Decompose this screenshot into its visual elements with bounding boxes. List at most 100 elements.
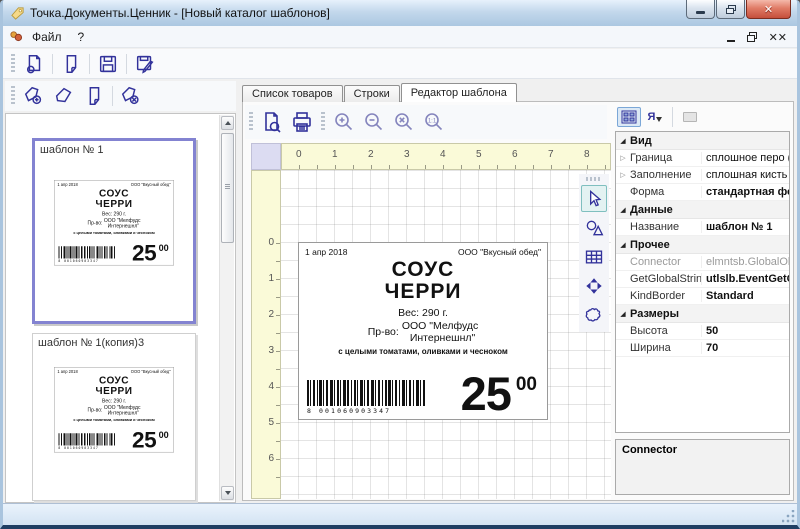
property-row[interactable]: Ширина70	[616, 340, 789, 357]
close-button[interactable]	[746, 0, 791, 19]
category-label: Данные	[630, 204, 673, 216]
scroll-up-button[interactable]	[221, 116, 234, 130]
menu-file[interactable]: Файл	[24, 28, 70, 46]
minimize-button[interactable]	[686, 0, 715, 19]
categorized-view-button[interactable]	[617, 107, 641, 127]
ruler-tick: 4	[268, 381, 274, 392]
scrollbar-thumb[interactable]	[221, 133, 234, 243]
polygon-tool-button[interactable]	[581, 301, 607, 328]
table-tool-button[interactable]	[581, 243, 607, 270]
category-row[interactable]: ◢Размеры	[616, 305, 789, 323]
label-date: 1 апр 2018	[57, 182, 77, 187]
label-price[interactable]: 2500	[461, 375, 537, 414]
transform-tool-button[interactable]	[581, 272, 607, 299]
cursor-tool-button[interactable]	[581, 185, 607, 212]
delete-template-button[interactable]	[116, 83, 146, 109]
save-as-button[interactable]	[130, 51, 160, 77]
property-row[interactable]: KindBorderStandard	[616, 288, 789, 305]
tab-rows[interactable]: Строки	[344, 85, 400, 102]
template-button[interactable]	[56, 51, 86, 77]
price-label-thumbnail: 1 апр 2018ООО "Вкусный обед" СОУСЧЕРРИ В…	[54, 180, 174, 265]
label-weight[interactable]: Вес: 290 г.	[299, 307, 547, 319]
print-button[interactable]	[287, 109, 317, 135]
zoom-actual-button[interactable]: 1:1	[419, 109, 449, 135]
tab-template-editor[interactable]: Редактор шаблона	[401, 83, 517, 102]
category-row[interactable]: ◢Прочее	[616, 236, 789, 254]
toolbar-separator	[52, 54, 53, 74]
mdi-minimize-button[interactable]	[727, 40, 735, 42]
property-row[interactable]: Высота50	[616, 323, 789, 340]
toolbar-grip[interactable]	[249, 112, 253, 132]
template-list-scrollbar[interactable]	[219, 115, 234, 501]
label-producer[interactable]: Пр-во:ООО "МелфудсИнтернешнл"	[299, 320, 547, 344]
resize-grip[interactable]	[782, 510, 795, 523]
category-row[interactable]: ◢Вид	[616, 132, 789, 150]
properties-panel: Я ◢Вид ▷Границасплошное перо (Colo ▷Запо…	[615, 105, 790, 495]
design-canvas[interactable]: 1 апр 2018 ООО "Вкусный обед" СОУСЧЕРРИ В…	[281, 170, 611, 499]
restore-button[interactable]	[716, 0, 745, 19]
toolbar-grip[interactable]	[11, 54, 15, 74]
zoom-out-button[interactable]	[359, 109, 389, 135]
ruler-tick: 5	[476, 149, 482, 160]
shapes-tool-button[interactable]	[581, 214, 607, 241]
table-icon	[584, 247, 604, 267]
toolbar-grip[interactable]	[11, 86, 15, 106]
shapes-icon	[584, 218, 604, 238]
ruler-tick: 7	[548, 149, 554, 160]
title-bar[interactable]: Точка.Документы.Ценник - [Новый каталог …	[3, 0, 797, 26]
expand-icon[interactable]: ▷	[616, 171, 630, 179]
template-card-1[interactable]: шаблон № 1 1 апр 2018ООО "Вкусный обед" …	[32, 138, 196, 324]
template-card-2[interactable]: шаблон № 1(копия)3 1 апр 2018ООО "Вкусны…	[32, 333, 196, 501]
tab-product-list[interactable]: Список товаров	[242, 85, 343, 102]
mdi-close-button[interactable]	[769, 31, 787, 44]
categorized-icon	[621, 110, 637, 124]
template-tag-icon	[53, 85, 75, 107]
template-list: шаблон № 1 1 апр 2018ООО "Вкусный обед" …	[5, 113, 236, 503]
sort-alphabetical-button[interactable]: Я	[643, 107, 667, 127]
document-menu-icon	[9, 29, 24, 44]
new-catalog-button[interactable]	[19, 51, 49, 77]
toolbar-separator	[112, 86, 113, 106]
toolbar-grip[interactable]	[321, 112, 325, 132]
add-template-button[interactable]	[19, 83, 49, 109]
barcode[interactable]: 8 001060903347	[307, 380, 427, 415]
zoom-reset-button[interactable]	[389, 109, 419, 135]
property-row[interactable]: GetGlobalStrinutlslb.EventGetGl	[616, 271, 789, 288]
property-row[interactable]: ▷Заполнениесплошная кисть (Co	[616, 167, 789, 184]
label-weight: Вес: 290 г.	[54, 211, 173, 217]
label-vendor[interactable]: ООО "Вкусный обед"	[458, 247, 541, 257]
collapse-icon: ◢	[616, 310, 630, 318]
label-description[interactable]: с целыми томатами, оливками и чесноком	[299, 347, 547, 356]
menu-help[interactable]: ?	[70, 28, 93, 46]
toolstrip-grip[interactable]	[586, 177, 602, 181]
property-row[interactable]: Connectorelmntsb.GlobalObject	[616, 254, 789, 271]
expand-icon[interactable]: ▷	[616, 154, 630, 162]
copy-template-icon	[83, 85, 105, 107]
label-date[interactable]: 1 апр 2018	[305, 247, 347, 257]
collapse-icon: ◢	[616, 241, 630, 249]
property-row[interactable]: Названиешаблон № 1	[616, 219, 789, 236]
design-toolstrip	[579, 174, 609, 332]
property-row[interactable]: ▷Границасплошное перо (Colo	[616, 150, 789, 167]
arrow-up-icon	[225, 121, 231, 125]
zoom-in-button[interactable]	[329, 109, 359, 135]
property-pages-button[interactable]	[678, 107, 702, 127]
property-row[interactable]: Формастандартная фор	[616, 184, 789, 201]
cursor-icon	[584, 189, 604, 209]
preview-button[interactable]	[257, 109, 287, 135]
tab-strip: Список товаров Строки Редактор шаблона	[242, 84, 518, 102]
mdi-restore-button[interactable]	[747, 32, 757, 42]
zoom-actual-icon: 1:1	[422, 110, 446, 134]
template-tag-button[interactable]	[49, 83, 79, 109]
design-canvas-frame: 0 1 2 3 4 5 6 7 8 0 1 2 3 4 5 6	[251, 143, 611, 499]
horizontal-ruler: 0 1 2 3 4 5 6 7 8	[281, 143, 611, 170]
toolbar-separator	[89, 54, 90, 74]
menu-bar: Файл ?	[3, 26, 797, 48]
vertical-ruler: 0 1 2 3 4 5 6	[251, 170, 281, 499]
scroll-down-button[interactable]	[221, 486, 234, 500]
price-label-design[interactable]: 1 апр 2018 ООО "Вкусный обед" СОУСЧЕРРИ В…	[298, 242, 548, 420]
save-button[interactable]	[93, 51, 123, 77]
category-row[interactable]: ◢Данные	[616, 201, 789, 219]
label-product-name[interactable]: СОУСЧЕРРИ	[299, 259, 547, 303]
copy-template-button[interactable]	[79, 83, 109, 109]
